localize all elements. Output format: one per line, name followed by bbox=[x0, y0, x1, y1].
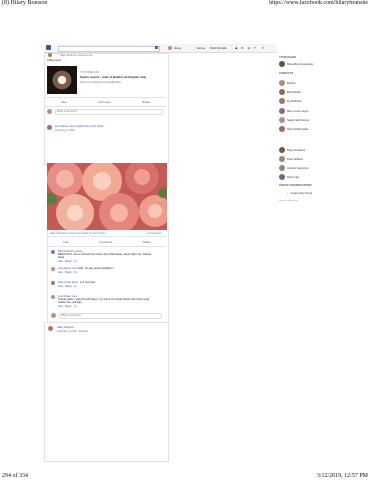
avatar[interactable] bbox=[51, 250, 55, 254]
link-preview-thumbnail[interactable] bbox=[47, 66, 77, 94]
link-description: https://en.wikipedia.org/wiki/Beatles bbox=[80, 81, 121, 84]
post-1-actions: Like Comment Share bbox=[45, 100, 166, 104]
avatar bbox=[279, 147, 285, 153]
avatar[interactable] bbox=[51, 281, 55, 285]
post-1-caption: Today loved bbox=[47, 59, 61, 62]
post-1-header: Hilary Branson shared a link bbox=[60, 53, 93, 57]
avatar[interactable] bbox=[51, 295, 55, 299]
avatar[interactable] bbox=[48, 53, 52, 57]
link-domain: YOUTUBE.COM bbox=[80, 71, 100, 74]
write-comment-input[interactable]: Write a comment... bbox=[55, 109, 163, 115]
avatar bbox=[279, 108, 285, 114]
reactions-summary[interactable]: Hilary Branson, Dolo Cuero Ahler, B and … bbox=[50, 232, 106, 235]
comment-button[interactable]: Comment bbox=[99, 240, 112, 244]
avatar bbox=[279, 165, 285, 171]
contact-item[interactable]: Duan Wiltsher bbox=[279, 156, 303, 162]
create-group-button[interactable]: + Create New Group bbox=[287, 192, 312, 195]
search-icon[interactable] bbox=[155, 46, 158, 49]
contact-item[interactable]: Mary Louse Lagon bbox=[279, 108, 309, 114]
avatar bbox=[279, 156, 285, 162]
help-icon[interactable]: ? bbox=[254, 46, 256, 50]
like-button[interactable]: Like bbox=[61, 100, 67, 104]
settings-icon[interactable]: ▾ bbox=[262, 46, 264, 50]
notifications-icon[interactable]: ● bbox=[248, 46, 250, 50]
contacts-title: CONTACTS bbox=[279, 72, 294, 75]
your-pages-title: YOUR PAGES bbox=[279, 56, 297, 59]
contact-item[interactable]: Betsy Heitkamp bbox=[279, 147, 305, 153]
post-2-date: February 5, 2019 bbox=[55, 128, 75, 132]
comment-text: Thanks bella !! Gals this will happy 'cy… bbox=[58, 298, 150, 304]
topbar-user-name[interactable]: Greg bbox=[174, 46, 181, 50]
avatar bbox=[279, 174, 285, 180]
comment-meta[interactable]: Like · Reply · 1y bbox=[58, 305, 77, 308]
avatar bbox=[279, 89, 285, 95]
page-item[interactable]: Ostoudbury/Legendary bbox=[279, 61, 313, 67]
contact-item[interactable]: Jennifer Sassymon bbox=[279, 165, 309, 171]
write-comment-input[interactable]: Write a comment... bbox=[59, 313, 162, 319]
sidebar-search-note[interactable]: Search contacts etc. bbox=[279, 200, 299, 202]
comment-button[interactable]: Comment bbox=[98, 100, 111, 104]
share-button[interactable]: Share bbox=[142, 100, 150, 104]
contact-item[interactable]: Sarah Natlif Harvey bbox=[279, 117, 310, 123]
page-avatar-icon bbox=[279, 61, 285, 67]
post-3 bbox=[44, 322, 169, 462]
avatar[interactable] bbox=[47, 125, 52, 130]
post-3-date: February 5, 2019 · Bollabo bbox=[57, 329, 88, 333]
print-header-left: (8) Hilary Branson bbox=[2, 0, 48, 6]
comment-meta[interactable]: Like · Reply · 1y bbox=[58, 271, 77, 274]
cover-photo[interactable] bbox=[47, 163, 167, 230]
avatar bbox=[279, 117, 285, 123]
contact-item[interactable]: lily Wrdentar bbox=[279, 98, 301, 104]
like-button[interactable]: Like bbox=[63, 240, 69, 244]
print-footer-right: 3/12/2019, 12:57 PM bbox=[316, 473, 368, 479]
facebook-logo-icon[interactable] bbox=[46, 45, 51, 50]
group-conversations-title: GROUP CONVERSATIONS bbox=[279, 184, 312, 187]
comment-author[interactable]: Dolo Cuero Ahler bbox=[58, 281, 78, 284]
avatar bbox=[279, 126, 285, 132]
print-header-right: https://www.facebook.com/hilarybranske bbox=[269, 0, 368, 6]
friend-requests-icon[interactable]: ♟ bbox=[235, 46, 238, 50]
nav-find-friends[interactable]: Find Friends bbox=[210, 46, 227, 50]
nav-home[interactable]: Home bbox=[197, 46, 205, 50]
print-footer-left: 294 of 334 bbox=[2, 473, 28, 479]
comments-count[interactable]: 4 Comments bbox=[147, 232, 162, 235]
avatar[interactable] bbox=[51, 267, 55, 271]
roses-photo bbox=[47, 163, 167, 230]
comment-author[interactable]: Lisa Weaer Lune bbox=[58, 267, 78, 270]
comment-meta[interactable]: Like · Reply · 1y bbox=[58, 260, 77, 263]
avatar bbox=[279, 98, 285, 104]
messages-icon[interactable]: ✉ bbox=[241, 46, 244, 50]
avatar bbox=[279, 80, 285, 86]
link-title[interactable]: Sanity sound – mite of Beatles (& Englis… bbox=[80, 75, 146, 79]
avatar bbox=[51, 313, 56, 318]
contact-item[interactable]: Sherri Hay bbox=[279, 174, 299, 180]
search-input[interactable] bbox=[58, 45, 160, 52]
comment-text: hold.. it's just yeahn available ? bbox=[78, 267, 114, 270]
plus-icon: + bbox=[287, 192, 289, 195]
share-button[interactable]: Share bbox=[143, 240, 151, 244]
avatar bbox=[47, 109, 52, 114]
comment-meta[interactable]: Like · Reply · 1y bbox=[58, 285, 77, 288]
contact-item[interactable]: Bill Pax bbox=[279, 80, 296, 86]
comment-text: BEAUTIFUL. Are so stunned for colour and… bbox=[58, 253, 152, 259]
avatar[interactable] bbox=[48, 326, 53, 331]
post-2-actions: Like Comment Share bbox=[48, 240, 166, 244]
contact-item[interactable]: Bob Bradley bbox=[279, 89, 301, 95]
avatar[interactable] bbox=[168, 45, 172, 50]
comment-text: in a new thus bbox=[80, 281, 96, 284]
contact-item[interactable]: Shure Roliprophac bbox=[279, 126, 308, 132]
